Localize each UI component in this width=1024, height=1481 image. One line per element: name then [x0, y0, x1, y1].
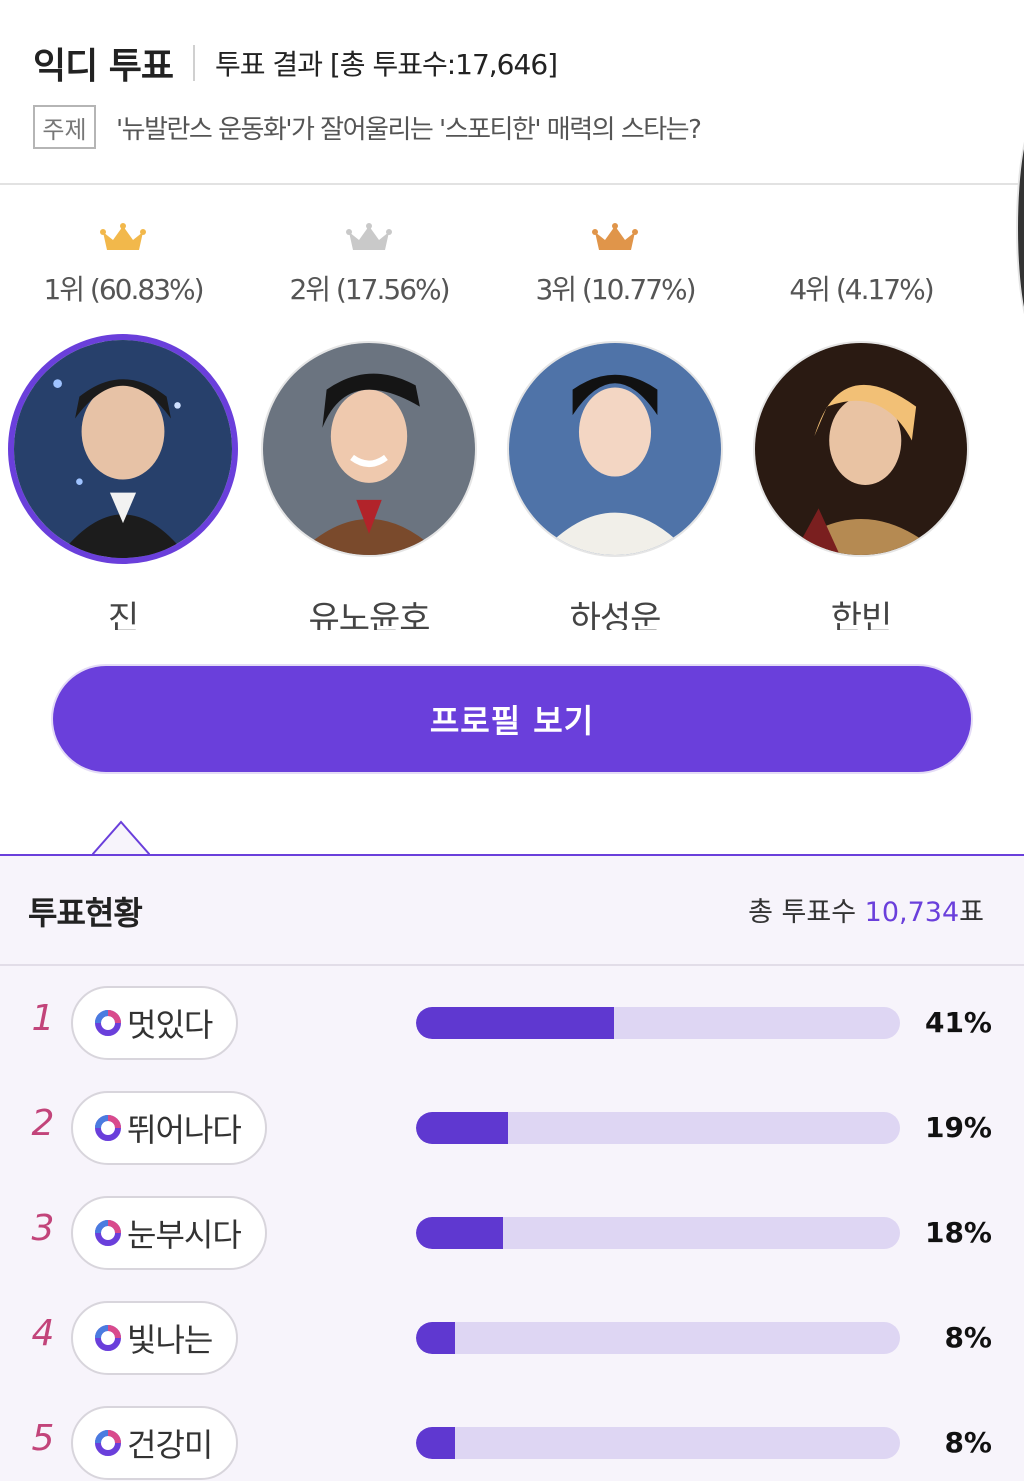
vote-bar-fill [416, 1322, 455, 1354]
vote-rank: 2 [31, 1103, 55, 1144]
title-divider [193, 45, 196, 81]
result-title: 투표 결과 [총 투표수:17,646] [215, 48, 558, 81]
rank-card-2[interactable]: 2위 (17.56%) 유노윤호 [246, 210, 492, 630]
star-name: 한빈 [830, 599, 893, 630]
keyword-pill[interactable]: 멋있다 [71, 986, 239, 1060]
vote-percent: 19% [924, 1111, 992, 1144]
total-suffix: 표 [959, 897, 984, 928]
total-prefix: 총 투표수 [748, 897, 857, 928]
vote-bar [416, 1007, 900, 1039]
topic-tag: 주제 [33, 105, 96, 149]
keyword-logo-icon [95, 1010, 121, 1036]
avatar[interactable] [507, 341, 723, 557]
keyword-logo-icon [95, 1430, 121, 1456]
ranking-carousel[interactable]: 1위 (60.83%) 진 2위 (17.56%) 유노윤호 3위 (10.77… [0, 210, 1024, 630]
vote-bar-fill [416, 1007, 615, 1039]
vote-rank: 5 [31, 1418, 55, 1459]
vote-row: 5 건강미 8% [0, 1406, 1024, 1481]
keyword-label: 눈부시다 [127, 1216, 242, 1254]
keyword-label: 빛나는 [127, 1321, 213, 1359]
vote-bar-fill [416, 1112, 508, 1144]
vote-rank: 3 [31, 1208, 55, 1249]
vote-bar [416, 1427, 900, 1459]
vote-rank: 1 [31, 998, 55, 1039]
keyword-logo-icon [95, 1115, 121, 1141]
crown-placeholder [738, 210, 984, 254]
gold-crown-icon [0, 210, 246, 254]
rank-card-1[interactable]: 1위 (60.83%) 진 [0, 210, 246, 630]
keyword-label: 건강미 [127, 1426, 213, 1464]
silver-crown-icon [246, 210, 492, 254]
star-name: 하성운 [569, 599, 662, 630]
rank-label: 3위 (10.77%) [535, 273, 696, 306]
topic-row: 주제 '뉴발란스 운동화'가 잘어울리는 '스포티한' 매력의 스타는? [33, 105, 702, 149]
vote-percent: 8% [944, 1426, 992, 1459]
brand-title[interactable]: 익디 투표 [33, 37, 174, 89]
vote-percent: 8% [944, 1321, 992, 1354]
vote-bar [416, 1112, 900, 1144]
star-name: 유노윤호 [308, 599, 430, 630]
status-total: 총 투표수 10,734표 [748, 890, 984, 929]
vote-bar-fill [416, 1217, 504, 1249]
rank-label: 1위 (60.83%) [43, 273, 204, 306]
avatar[interactable] [753, 341, 969, 557]
keyword-label: 뛰어나다 [127, 1111, 242, 1149]
keyword-pill[interactable]: 뛰어나다 [71, 1091, 267, 1165]
rank-label: 4위 (4.17%) [789, 273, 934, 306]
status-header: 투표현황 총 투표수 10,734표 [0, 856, 1024, 966]
keyword-label: 멋있다 [127, 1006, 213, 1044]
vote-percent: 18% [924, 1216, 992, 1249]
vote-row: 4 빛나는 8% [0, 1301, 1024, 1381]
total-value: 10,734 [864, 897, 960, 928]
keyword-pill[interactable]: 눈부시다 [71, 1196, 267, 1270]
star-name: 진 [107, 599, 139, 630]
vote-bar [416, 1322, 900, 1354]
keyword-pill[interactable]: 빛나는 [71, 1301, 239, 1375]
vote-row: 2 뛰어나다 19% [0, 1091, 1024, 1171]
vote-bar-fill [416, 1427, 455, 1459]
keyword-logo-icon [95, 1220, 121, 1246]
title-row: 익디 투표 투표 결과 [총 투표수:17,646] [33, 37, 558, 89]
rank-card-3[interactable]: 3위 (10.77%) 하성운 [492, 210, 738, 630]
rank-card-4[interactable]: 4위 (4.17%) 한빈 [738, 210, 984, 630]
panel-pointer-icon [92, 820, 150, 856]
topic-question: '뉴발란스 운동화'가 잘어울리는 '스포티한' 매력의 스타는? [116, 114, 702, 145]
status-title: 투표현황 [28, 894, 143, 932]
vote-row: 3 눈부시다 18% [0, 1196, 1024, 1276]
vote-percent: 41% [924, 1006, 992, 1039]
vote-header: 익디 투표 투표 결과 [총 투표수:17,646] 주제 '뉴발란스 운동화'… [0, 0, 1024, 185]
avatar[interactable] [261, 341, 477, 557]
avatar[interactable] [8, 334, 238, 564]
keyword-pill[interactable]: 건강미 [71, 1406, 239, 1480]
header-divider [0, 183, 1024, 185]
vote-rank: 4 [31, 1313, 55, 1354]
bronze-crown-icon [492, 210, 738, 254]
profile-view-button[interactable]: 프로필 보기 [53, 666, 971, 772]
keyword-logo-icon [95, 1325, 121, 1351]
vote-status-panel: 투표현황 총 투표수 10,734표 1 멋있다 41% 2 뛰어나다 19% … [0, 854, 1024, 1481]
rank-label: 2위 (17.56%) [289, 273, 450, 306]
vote-row: 1 멋있다 41% [0, 986, 1024, 1066]
vote-bar [416, 1217, 900, 1249]
